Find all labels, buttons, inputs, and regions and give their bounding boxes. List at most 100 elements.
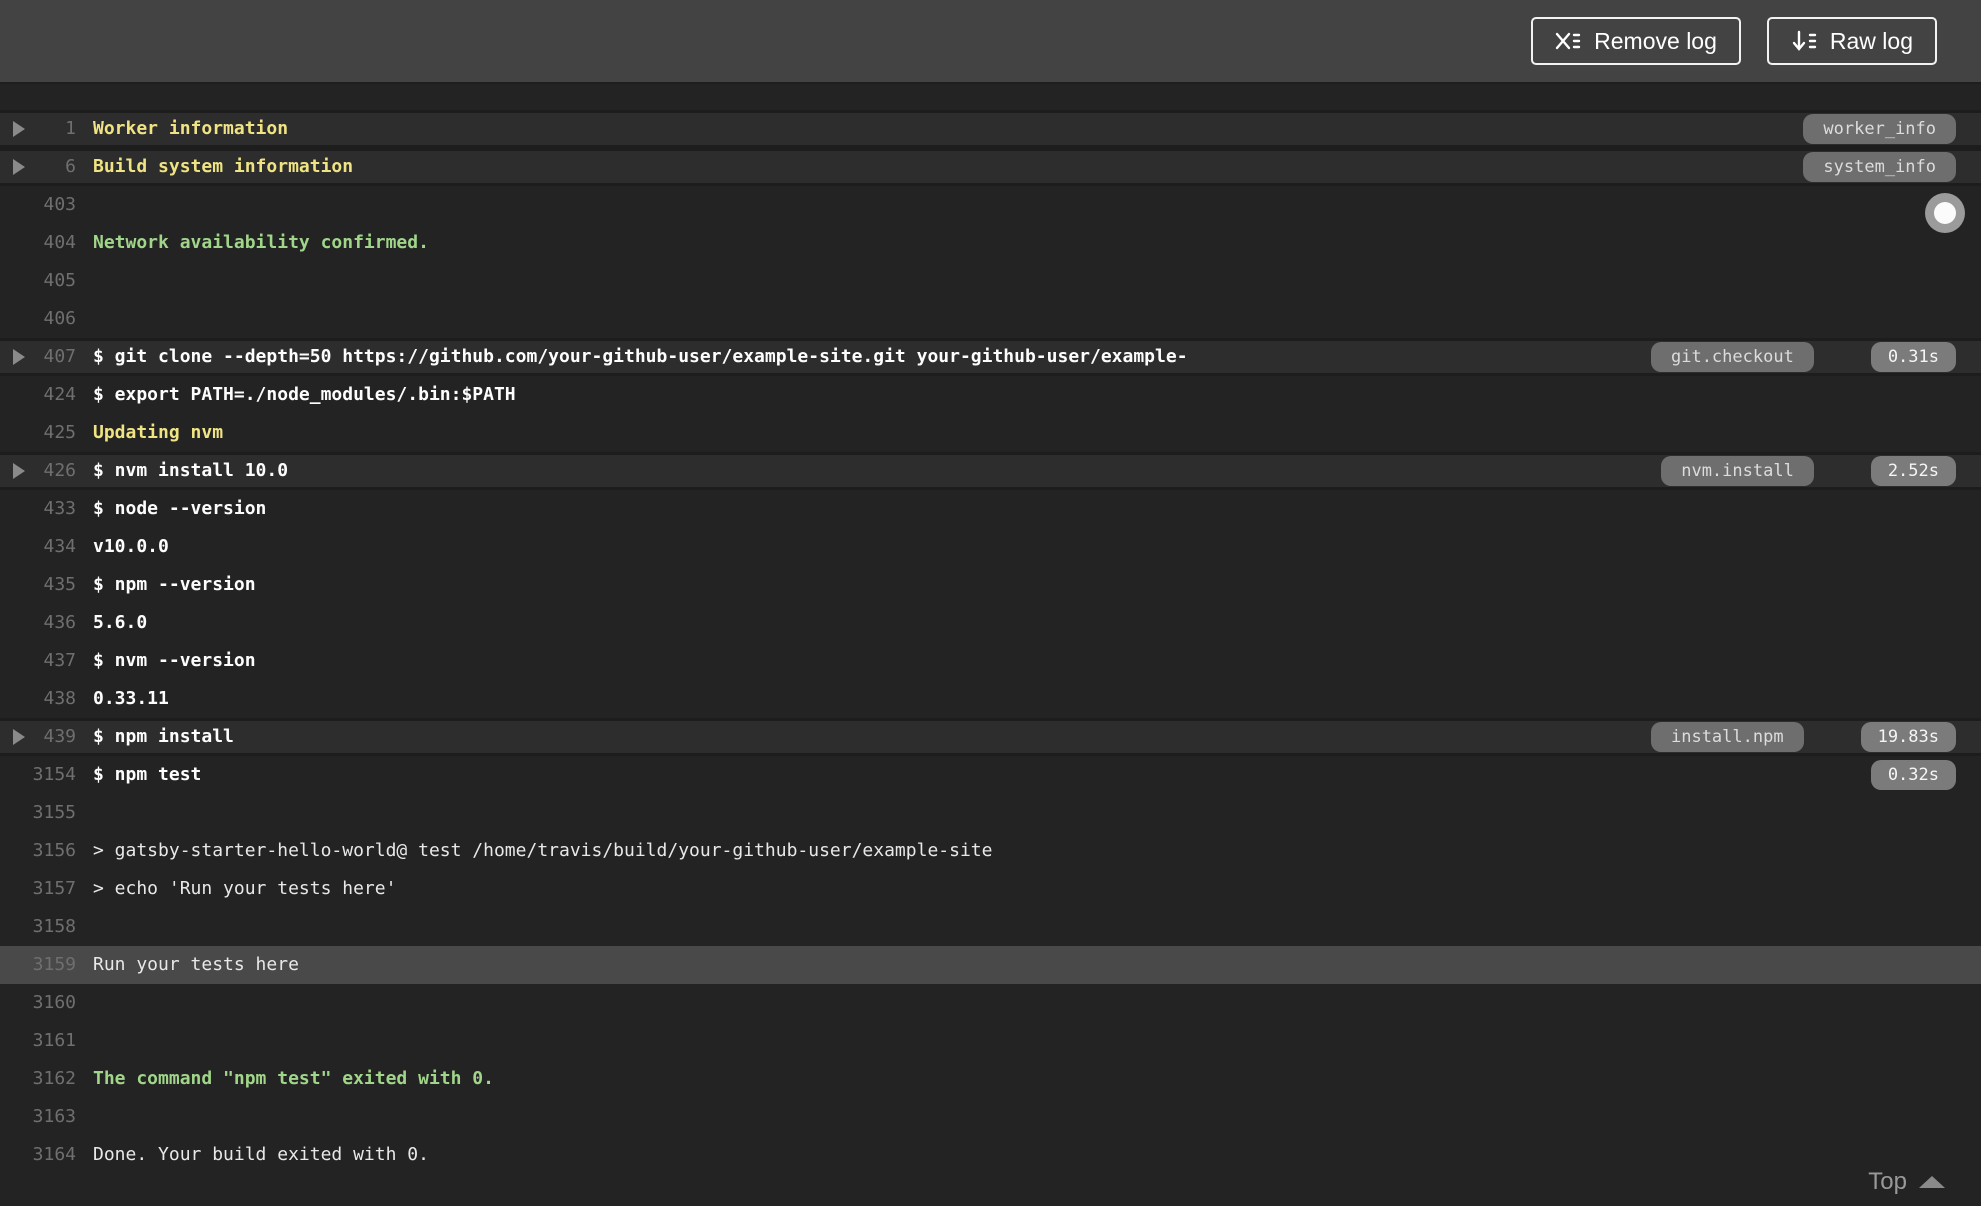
log-line-text: Run your tests here [93,954,299,975]
log-row: 3164 Done. Your build exited with 0. [0,1136,1981,1174]
log-line-text: $ npm install [93,726,234,747]
line-number[interactable]: 403 [0,186,76,224]
line-number[interactable]: 433 [0,490,76,528]
log-line-text: $ nvm install 10.0 [93,460,289,481]
scroll-to-top-link[interactable]: Top [1868,1168,1945,1196]
log-line-text: $ npm test [93,764,202,785]
log-row[interactable]: 1 Worker information worker_info [0,110,1981,148]
line-number[interactable]: 424 [0,376,76,414]
line-number[interactable]: 437 [0,642,76,680]
line-number[interactable]: 3163 [0,1098,76,1136]
log-rows: 1 Worker information worker_info 6 Build sys… [0,110,1981,1174]
line-number[interactable]: 436 [0,604,76,642]
line-number[interactable]: 6 [0,151,76,183]
line-number[interactable]: 3157 [0,870,76,908]
log-row: 424 $ export PATH=./node_modules/.bin:$PA… [0,376,1981,414]
log-row: 403 [0,186,1981,224]
log-line-text: $ export PATH=./node_modules/.bin:$PATH [93,384,516,405]
log-line-text: > gatsby-starter-hello-world@ test /home… [93,840,993,861]
log-line-text: Build system information [93,156,354,177]
log-row: 434 v10.0.0 [0,528,1981,566]
log-line-text: Done. Your build exited with 0. [93,1144,429,1165]
scroll-indicator[interactable] [1925,193,1965,233]
remove-log-button[interactable]: Remove log [1531,17,1741,65]
line-number[interactable]: 3158 [0,908,76,946]
log-row: 3156 > gatsby-starter-hello-world@ test /… [0,832,1981,870]
raw-log-button[interactable]: Raw log [1766,17,1937,65]
log-row: 3160 [0,984,1981,1022]
line-number[interactable]: 439 [0,721,76,753]
line-number[interactable]: 3155 [0,794,76,832]
line-number[interactable]: 406 [0,300,76,338]
line-number[interactable]: 438 [0,680,76,718]
scroll-indicator-dot [1934,202,1956,224]
line-number[interactable]: 3154 [0,756,76,794]
log-row: 425 Updating nvm [0,414,1981,452]
stage-tag: worker_info [1803,114,1956,144]
duration-badge: 2.52s [1870,456,1956,486]
raw-log-icon [1791,29,1817,53]
raw-log-label: Raw log [1829,27,1913,54]
line-number[interactable]: 407 [0,341,76,373]
row-badges: install.npm 19.83s [1650,722,1956,752]
log-row[interactable]: 426 $ nvm install 10.0 nvm.install 2.52s [0,452,1981,490]
row-badges: system_info [1803,152,1956,182]
log-row: 3155 [0,794,1981,832]
stage-tag: git.checkout [1650,342,1814,372]
stage-tag: nvm.install [1661,456,1814,486]
log-row: 3162 The command "npm test" exited with 0… [0,1060,1981,1098]
line-number[interactable]: 404 [0,224,76,262]
toolbar: Remove log Raw log [0,0,1981,84]
stage-tag: install.npm [1650,722,1804,752]
row-badges: git.checkout 0.31s [1650,342,1956,372]
log-row: 437 $ nvm --version [0,642,1981,680]
line-number[interactable]: 3156 [0,832,76,870]
log-row: 404 Network availability confirmed. [0,224,1981,262]
duration-badge: 0.32s [1870,760,1956,790]
log-line-text: > echo 'Run your tests here' [93,878,397,899]
log-line-text: $ node --version [93,498,267,519]
log-row: 3159 Run your tests here [0,946,1981,984]
row-badges: nvm.install 2.52s [1661,456,1956,486]
log-line-text: 0.33.11 [93,688,169,709]
line-number[interactable]: 435 [0,566,76,604]
duration-badge: 19.83s [1860,722,1956,752]
log-line-text: Worker information [93,118,289,139]
log-row: 3163 [0,1098,1981,1136]
line-number[interactable]: 3159 [0,946,76,984]
log-row[interactable]: 407 $ git clone --depth=50 https://github… [0,338,1981,376]
line-number[interactable]: 3162 [0,1060,76,1098]
log-row: 3161 [0,1022,1981,1060]
log-line-text: 5.6.0 [93,612,148,633]
log-row[interactable]: 439 $ npm install install.npm 19.83s [0,718,1981,756]
log-row[interactable]: 6 Build system information system_info [0,148,1981,186]
line-number[interactable]: 434 [0,528,76,566]
log-row: 3157 > echo 'Run your tests here' [0,870,1981,908]
log-line-text: v10.0.0 [93,536,169,557]
line-number[interactable]: 426 [0,455,76,487]
line-number[interactable]: 405 [0,262,76,300]
log-row: 436 5.6.0 [0,604,1981,642]
remove-log-label: Remove log [1594,27,1717,54]
line-number[interactable]: 1 [0,113,76,145]
line-number[interactable]: 3161 [0,1022,76,1060]
duration-badge: 0.31s [1870,342,1956,372]
build-log: 1 Worker information worker_info 6 Build sys… [0,84,1981,1206]
log-line-text: The command "npm test" exited with 0. [93,1068,494,1089]
log-row: 405 [0,262,1981,300]
line-number[interactable]: 425 [0,414,76,452]
log-line-text: $ npm --version [93,574,256,595]
log-row: 433 $ node --version [0,490,1981,528]
log-line-text: $ nvm --version [93,650,256,671]
caret-up-icon [1919,1176,1945,1188]
log-row: 3158 [0,908,1981,946]
top-link-label: Top [1868,1168,1907,1195]
log-row: 406 [0,300,1981,338]
log-line-text: Updating nvm [93,422,224,443]
log-row: 3154 $ npm test 0.32s [0,756,1981,794]
remove-log-icon [1555,29,1581,53]
row-badges: 0.32s [1870,760,1956,790]
line-number[interactable]: 3160 [0,984,76,1022]
line-number[interactable]: 3164 [0,1136,76,1174]
log-line-text: Network availability confirmed. [93,232,429,253]
